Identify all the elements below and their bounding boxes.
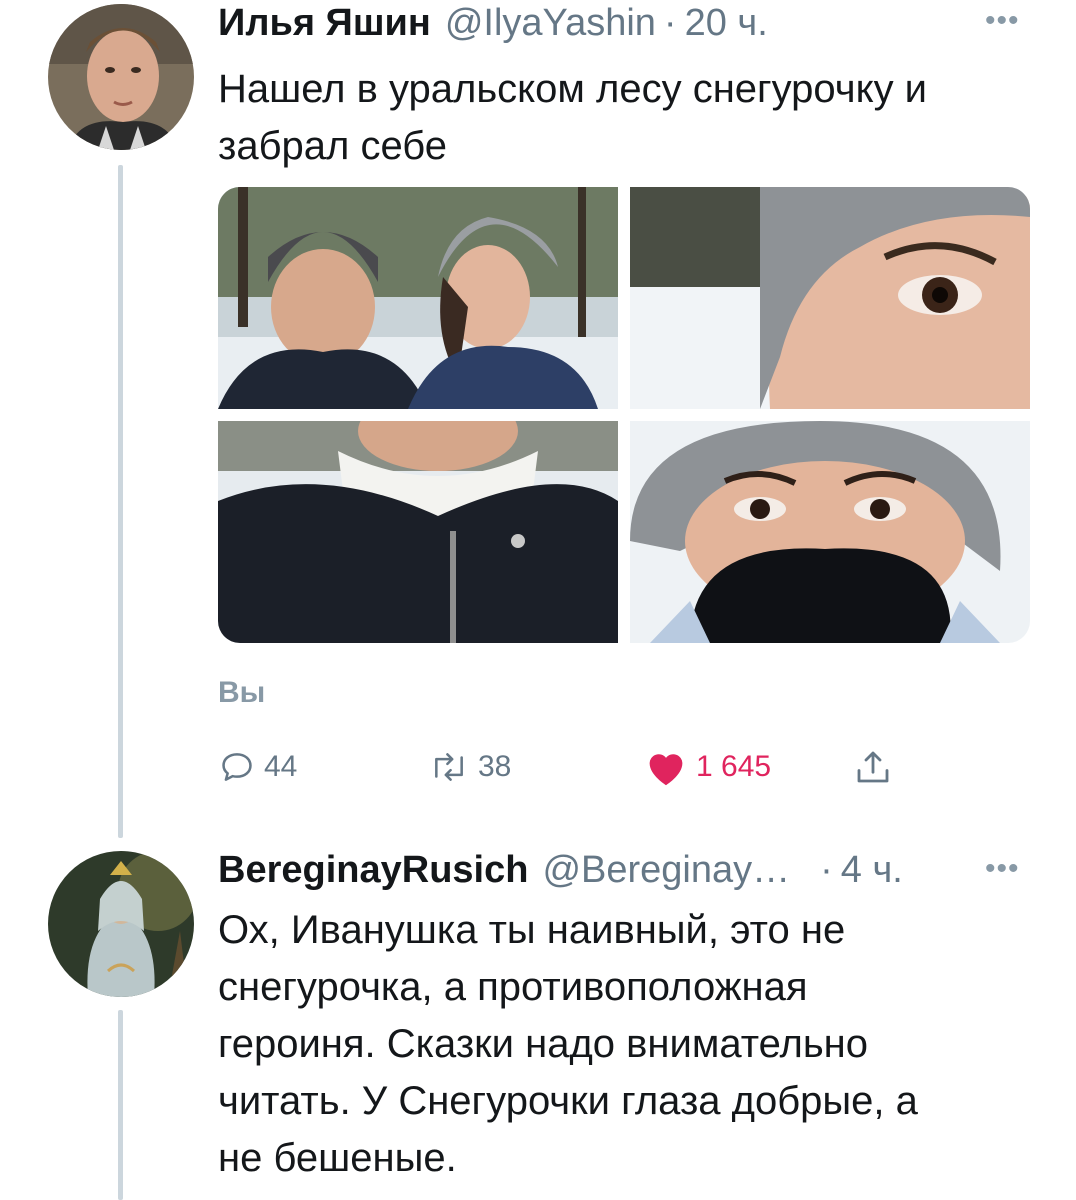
retweet-icon xyxy=(428,748,470,786)
reply-count: 44 xyxy=(264,750,298,783)
separator-dot: · xyxy=(820,849,833,891)
photo-scarf-face[interactable] xyxy=(630,421,1030,643)
media-grid xyxy=(218,187,1030,643)
share-button[interactable] xyxy=(852,742,894,792)
reply-text-line: читать. У Снегурочки глаза добрые, а xyxy=(218,1079,918,1123)
reply-text-line: снегурочка, а противоположная xyxy=(218,965,808,1009)
like-count: 1 645 xyxy=(696,750,772,783)
retweet-button[interactable]: 38 xyxy=(428,742,511,792)
heart-filled-icon xyxy=(644,747,688,787)
reply-more-options-icon[interactable]: ••• xyxy=(985,852,1020,886)
like-button[interactable]: 1 645 xyxy=(644,742,771,792)
avatar[interactable] xyxy=(48,4,194,150)
tweet-header: Илья Яшин @IlyaYashin · 20 ч. xyxy=(218,2,768,45)
thread-line-bottom xyxy=(118,1010,123,1200)
reply-button[interactable]: 44 xyxy=(218,742,297,792)
separator-dot: · xyxy=(663,2,677,44)
thread-line-top xyxy=(118,165,123,838)
photo-jacket-closeup[interactable] xyxy=(218,421,618,643)
reply-author-handle[interactable]: @Bereginay… xyxy=(542,849,790,892)
reply-text-line: не бешеные. xyxy=(218,1136,457,1180)
timestamp[interactable]: 20 ч. xyxy=(685,2,768,45)
tweet-text-line: забрал себе xyxy=(218,124,447,168)
tweet-text-line: Нашел в уральском лесу снегурочку и xyxy=(218,67,928,111)
reply-text-line: Ох, Иванушка ты наивный, это не xyxy=(218,908,846,952)
reply-text: Ох, Иванушка ты наивный, это не снегуроч… xyxy=(218,902,918,1187)
reply-author-name[interactable]: BereginayRusich xyxy=(218,849,528,892)
tweet-actions: 44 38 1 645 xyxy=(218,742,918,792)
share-icon xyxy=(852,746,894,788)
author-handle[interactable]: @IlyaYashin xyxy=(445,2,656,45)
reply-icon xyxy=(218,748,256,786)
retweet-count: 38 xyxy=(478,750,512,783)
reply-text-line: героиня. Сказки надо внимательно xyxy=(218,1022,869,1066)
photo-couple-selfie[interactable] xyxy=(218,187,618,409)
author-name[interactable]: Илья Яшин xyxy=(218,2,431,45)
more-options-icon[interactable]: ••• xyxy=(985,4,1020,38)
tweet-text: Нашел в уральском лесу снегурочку и забр… xyxy=(218,61,927,175)
photo-eye-closeup[interactable] xyxy=(630,187,1030,409)
liked-by-you-label: Вы xyxy=(218,676,266,709)
reply-avatar[interactable] xyxy=(48,851,194,997)
reply-timestamp[interactable]: 4 ч. xyxy=(841,849,903,892)
reply-header: BereginayRusich @Bereginay… · 4 ч. xyxy=(218,849,903,892)
